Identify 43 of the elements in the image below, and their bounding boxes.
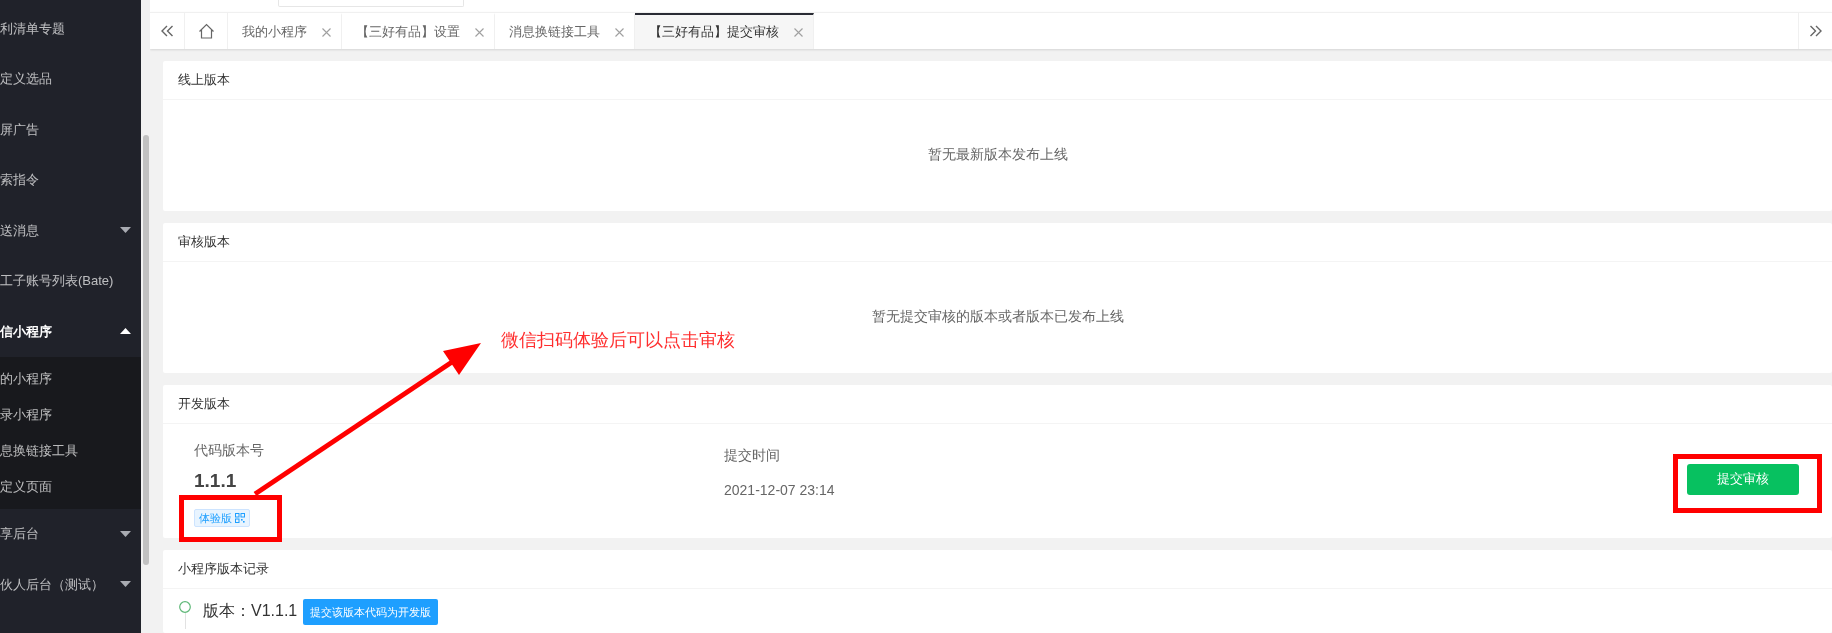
tab[interactable]: 我的小程序: [228, 13, 342, 49]
submit-time: 2021-12-07 23:14: [724, 481, 835, 500]
annotation-text: 微信扫码体验后可以点击审核: [501, 331, 735, 349]
tab[interactable]: 【三好有品】设置: [342, 13, 495, 49]
qr-code-icon: [235, 513, 245, 523]
close-icon[interactable]: [322, 27, 331, 37]
sidebar-item[interactable]: 伙人后台（测试）: [0, 559, 141, 610]
scroll-left-button[interactable]: [150, 13, 185, 49]
double-chevron-left-icon: [160, 25, 174, 37]
empty-message: 暂无最新版本发布上线: [927, 146, 1068, 165]
version-number: 1.1.1: [194, 468, 237, 493]
tab[interactable]: 【三好有品】提交审核: [635, 13, 814, 49]
sidebar-item[interactable]: 索指令: [0, 154, 141, 205]
home-tab[interactable]: [185, 13, 228, 49]
scroll-right-button[interactable]: [1798, 13, 1832, 49]
field-label: 提交时间: [724, 447, 780, 465]
home-icon: [197, 23, 215, 39]
input-field[interactable]: [278, 0, 464, 7]
close-icon[interactable]: [794, 27, 803, 37]
sidebar-item[interactable]: 享后台: [0, 508, 141, 559]
sidebar-item[interactable]: 定义选品: [0, 53, 141, 104]
double-chevron-right-icon: [1808, 25, 1823, 37]
submenu-item[interactable]: 的小程序: [0, 360, 141, 397]
submenu-item[interactable]: 定义页面: [0, 468, 141, 505]
card-title: 线上版本: [178, 71, 230, 89]
sidebar-item[interactable]: 工子账号列表(Bate): [0, 255, 141, 306]
card-title: 小程序版本记录: [178, 560, 269, 578]
scrollbar-thumb[interactable]: [143, 135, 149, 565]
card-title: 开发版本: [178, 395, 230, 413]
sidebar-item[interactable]: 送消息: [0, 205, 141, 256]
submenu-item[interactable]: 录小程序: [0, 396, 141, 433]
tab[interactable]: 消息换链接工具: [495, 13, 635, 49]
sidebar-item[interactable]: 屏广告: [0, 104, 141, 155]
version-label: 版本：V1.1.1: [203, 601, 298, 621]
timeline-dot-icon: [179, 601, 191, 613]
sidebar-item[interactable]: 利清单专题: [0, 3, 141, 54]
empty-message: 暂无提交审核的版本或者版本已发布上线: [871, 308, 1124, 327]
close-icon[interactable]: [475, 27, 484, 37]
submenu-item[interactable]: 息换链接工具: [0, 432, 141, 469]
field-label: 代码版本号: [194, 441, 264, 460]
card-title: 审核版本: [178, 233, 230, 251]
sidebar-item[interactable]: 信小程序: [0, 306, 141, 357]
close-icon[interactable]: [615, 27, 624, 37]
